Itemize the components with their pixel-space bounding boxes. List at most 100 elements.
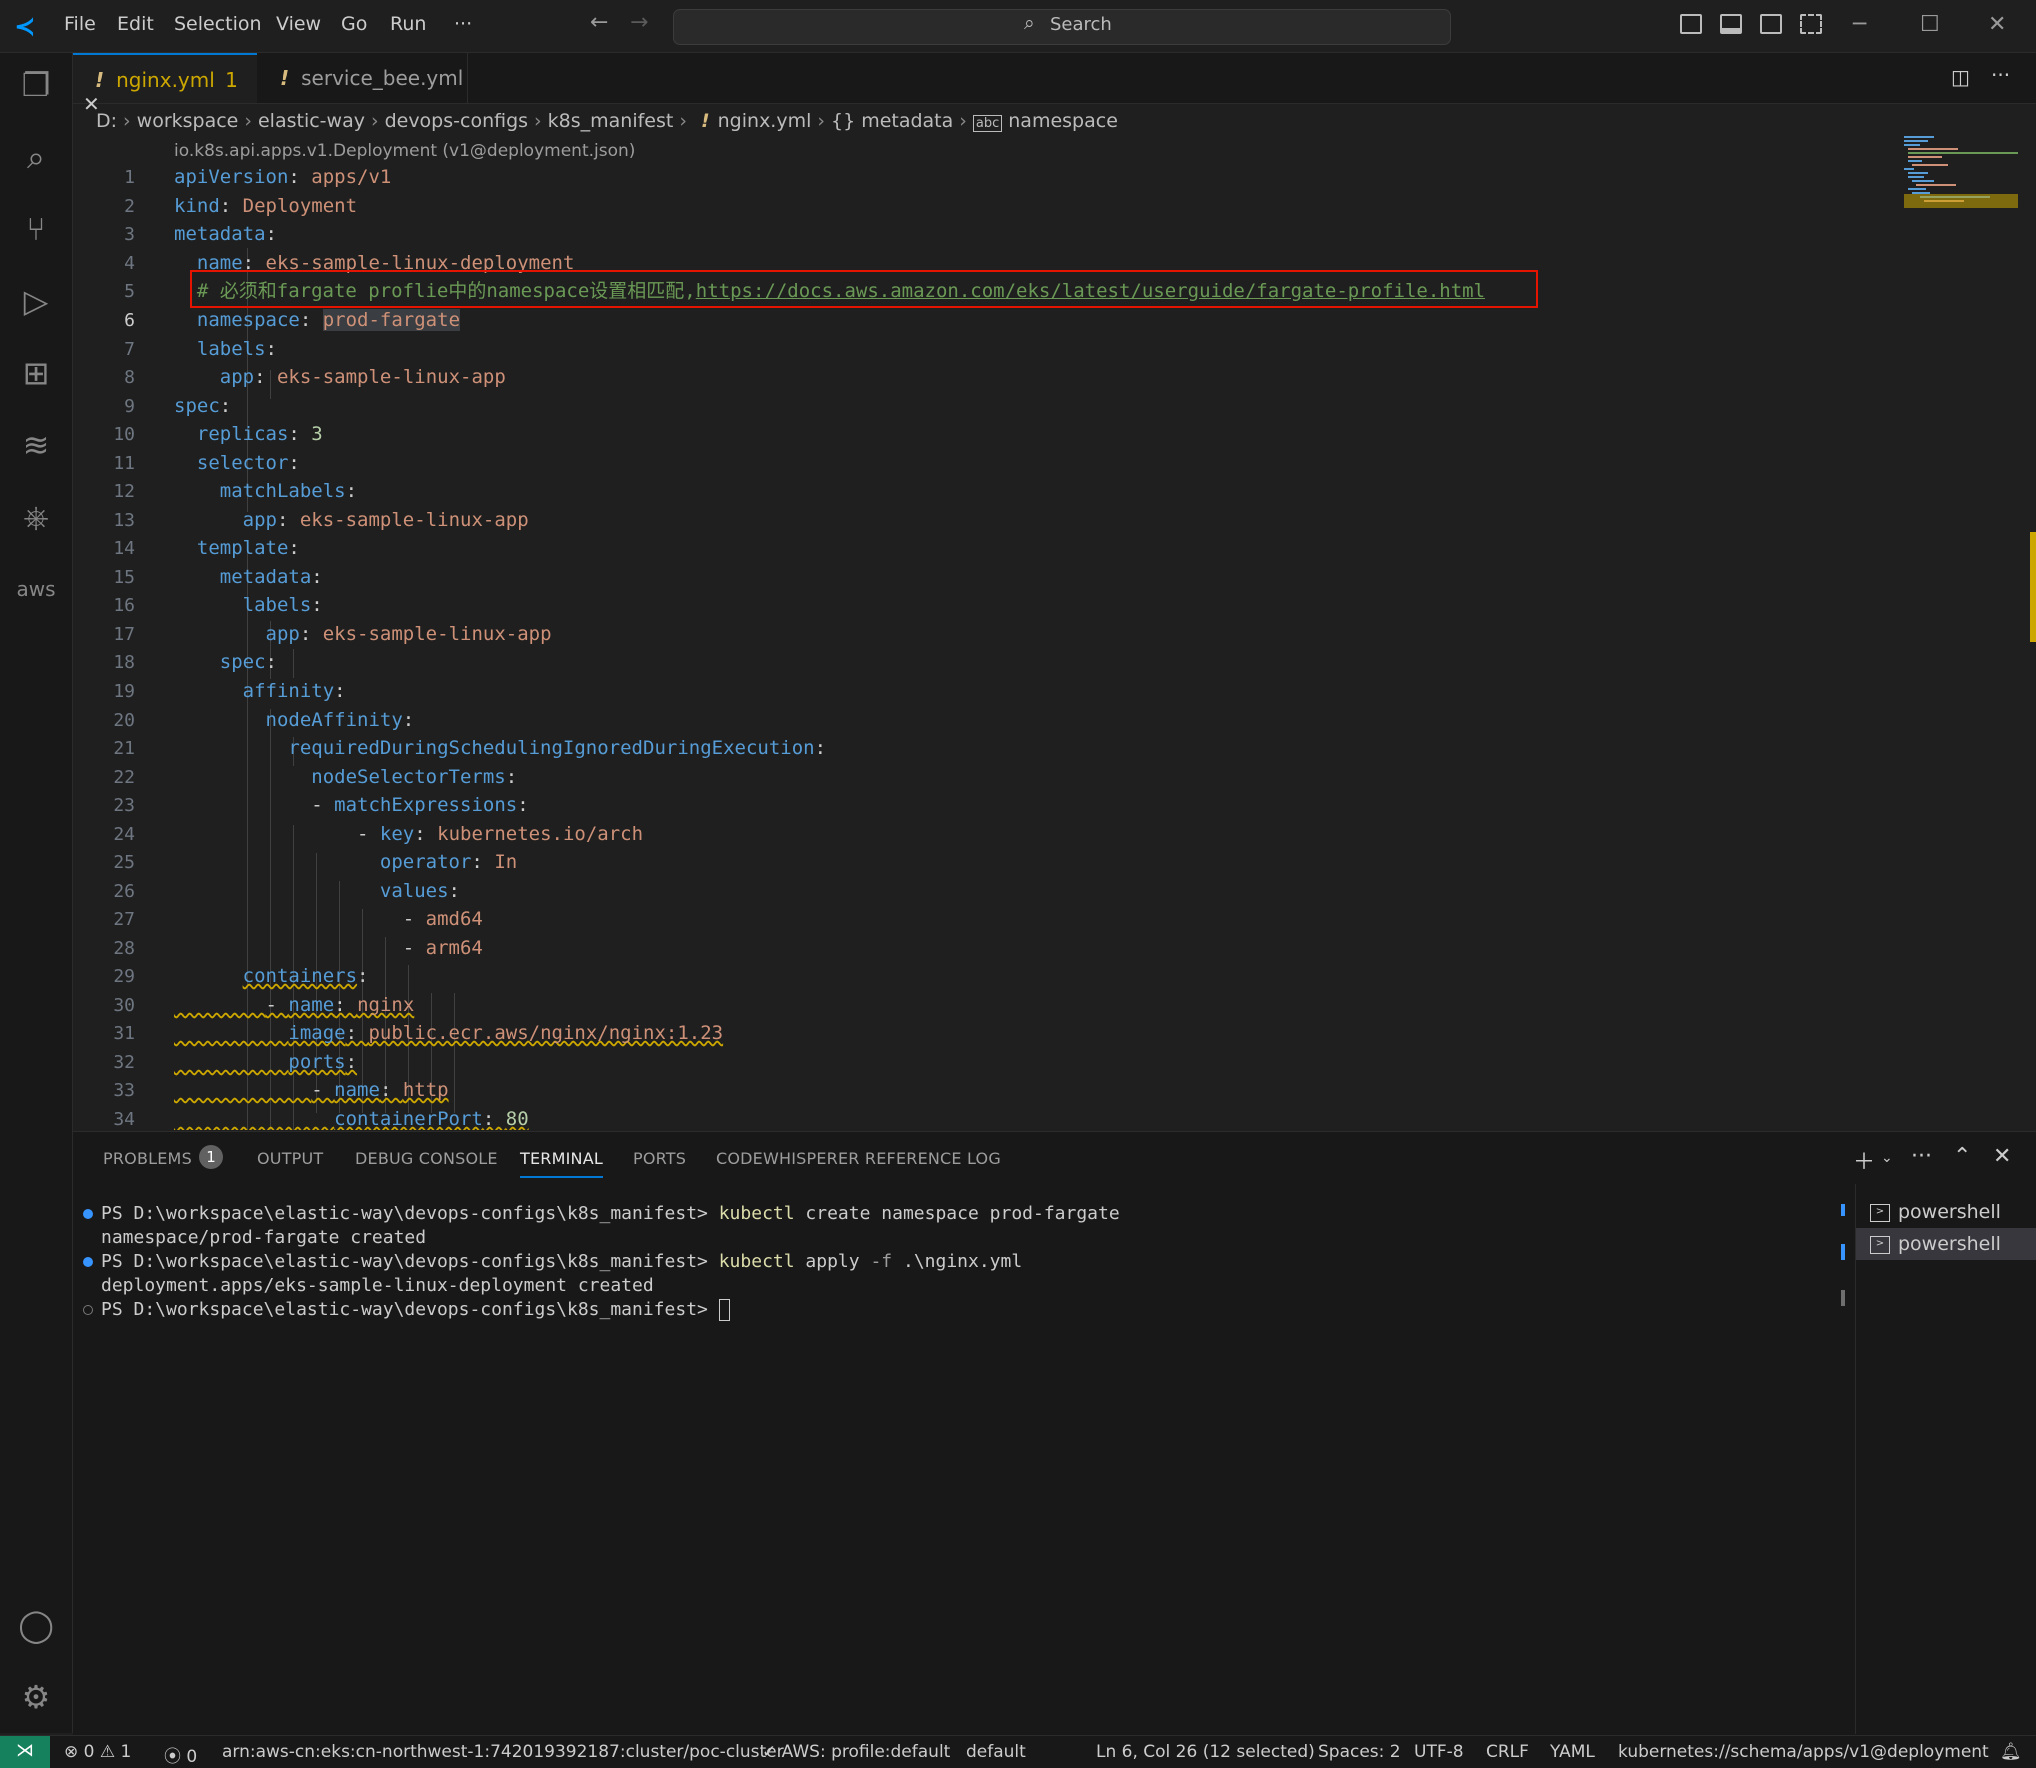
search-view-icon[interactable]: ⌕ [16,137,56,177]
minimize-icon[interactable]: ─ [1853,12,1866,37]
docker-icon[interactable]: ≋ [16,425,56,465]
split-editor-icon[interactable]: ◫ [1951,65,1970,89]
menu-go[interactable]: Go [341,13,367,35]
code-line-23: 23 - matchExpressions: [113,794,529,816]
close-panel-icon[interactable]: ✕ [1993,1144,2011,1169]
yaml-schema-status[interactable]: kubernetes://schema/apps/v1@deployment [1618,1742,1989,1762]
terminal-line-2: namespace/prod-fargate created [101,1227,427,1248]
customize-layout-icon[interactable] [1800,14,1822,34]
breadcrumb-item[interactable]: D: [96,110,117,132]
bottom-panel: PROBLEMS 1 OUTPUT DEBUG CONSOLE TERMINAL… [73,1131,2036,1735]
terminal-line-3: PS D:\workspace\elastic-way\devops-confi… [101,1251,1023,1272]
code-line-19: 19 affinity: [113,680,346,702]
code-line-11: 11 selector: [113,452,300,474]
tab-label: nginx.yml [116,68,215,92]
editor-more-icon[interactable]: ··· [1991,63,2010,87]
menu-edit[interactable]: Edit [117,13,154,35]
remote-indicator-icon[interactable]: ⋊ [0,1736,50,1768]
tab-terminal[interactable]: TERMINAL [520,1149,603,1178]
kubernetes-icon[interactable]: ⎈ [16,497,56,537]
menu-selection[interactable]: Selection [174,13,262,35]
terminal-item-powershell-active[interactable]: > powershell [1856,1228,2036,1260]
chevron-right-icon: › [534,110,542,132]
menu-view[interactable]: View [276,13,321,35]
toggle-secondary-sidebar-icon[interactable] [1760,14,1782,34]
code-line-2: 2 kind: Deployment [124,195,358,217]
problems-count-badge: 1 [199,1145,223,1169]
code-line-8: 8 app: eks-sample-linux-app [124,366,506,388]
extensions-icon[interactable]: ⊞ [16,353,56,393]
object-symbol-icon: {} [831,110,856,132]
cursor-position-status[interactable]: Ln 6, Col 26 (12 selected) [1096,1742,1315,1762]
language-mode-status[interactable]: YAML [1550,1742,1595,1762]
maximize-panel-icon[interactable]: ⌃ [1953,1144,1971,1169]
breadcrumb-item[interactable]: devops-configs [385,110,528,132]
back-arrow-icon[interactable]: ← [590,10,608,35]
code-line-9: 9 spec: [124,395,232,417]
breadcrumb-item[interactable]: k8s_manifest [548,110,674,132]
close-window-icon[interactable]: ✕ [1988,12,2006,37]
menu-run[interactable]: Run [390,13,426,35]
breadcrumb-item[interactable]: metadata [861,110,953,132]
new-terminal-icon[interactable]: ＋ [1853,1144,1875,1176]
explorer-icon[interactable]: ❐ [16,65,56,105]
run-debug-icon[interactable]: ▷ [16,281,56,321]
tab-codewhisperer-log[interactable]: CODEWHISPERER REFERENCE LOG [716,1149,1001,1168]
terminal-item-powershell[interactable]: > powershell [1856,1196,2036,1228]
highlight-annotation-box [190,270,1538,308]
string-symbol-icon: abc [972,115,1003,132]
code-line-13: 13 app: eks-sample-linux-app [113,509,529,531]
tab-output[interactable]: OUTPUT [257,1149,323,1168]
maximize-icon[interactable]: ☐ [1920,12,1940,37]
toggle-panel-icon[interactable] [1720,14,1742,34]
code-line-1: 1 apiVersion: apps/v1 [124,166,392,188]
terminal-list: > powershell > powershell [1855,1184,2036,1734]
kube-namespace-status[interactable]: default [966,1742,1026,1762]
toggle-primary-sidebar-icon[interactable] [1680,14,1702,34]
forward-arrow-icon[interactable]: → [630,10,648,35]
code-line-6: 6 namespace: prod-fargate [124,309,461,331]
terminal-icon: > [1870,1235,1890,1254]
menu-more[interactable]: ··· [454,13,472,35]
code-line-26: 26 values: [113,880,460,902]
minimap[interactable] [1900,136,2020,226]
encoding-status[interactable]: UTF-8 [1414,1742,1464,1762]
problems-status[interactable]: ⊗ 0 ⚠ 1 [64,1742,131,1762]
chevron-right-icon: › [679,110,687,132]
eks-cluster-status[interactable]: arn:aws-cn:eks:cn-northwest-1:7420193921… [222,1742,784,1762]
source-control-icon[interactable]: ⑂ [16,209,56,249]
chevron-down-icon[interactable]: ⌄ [1881,1150,1893,1166]
tab-ports[interactable]: PORTS [633,1149,686,1168]
code-line-34: 34 containerPort: 80 [113,1108,529,1130]
tab-problems[interactable]: PROBLEMS [103,1149,192,1168]
aws-profile-status[interactable]: ✓ AWS: profile:default [762,1742,950,1762]
settings-gear-icon[interactable]: ⚙ [16,1677,56,1717]
accounts-icon[interactable]: ◯ [16,1605,56,1645]
breadcrumb-item[interactable]: nginx.yml [718,110,812,132]
tab-nginx-yml[interactable]: ! nginx.yml 1 ✕ [73,53,257,116]
code-line-10: 10 replicas: 3 [113,423,323,445]
eol-status[interactable]: CRLF [1486,1742,1529,1762]
menu-file[interactable]: File [64,13,96,35]
tab-service-bee-yml[interactable]: ! service_bee.yml [258,53,468,103]
code-line-31: 31 image: public.ecr.aws/nginx/nginx:1.2… [113,1022,724,1044]
code-line-17: 17 app: eks-sample-linux-app [113,623,552,645]
search-label: Search [1050,14,1112,35]
panel-more-icon[interactable]: ··· [1911,1144,1932,1169]
chevron-right-icon: › [123,110,131,132]
breadcrumb-item[interactable]: workspace [137,110,239,132]
aws-icon[interactable]: aws [16,569,56,609]
title-bar: ≺ File Edit Selection View Go Run ··· ← … [0,0,2036,53]
breadcrumb-item[interactable]: elastic-way [258,110,365,132]
code-line-30: 30 - name: nginx [113,994,415,1016]
ports-status[interactable]: ⦿ 0 [164,1742,197,1767]
yaml-file-icon: ! [95,68,105,92]
indentation-status[interactable]: Spaces: 2 [1318,1742,1401,1762]
tab-debug-console[interactable]: DEBUG CONSOLE [355,1149,498,1168]
command-success-dot [83,1257,93,1267]
activity-bar: ❐ ⌕ ⑂ ▷ ⊞ ≋ ⎈ aws ◯ ⚙ [0,53,73,1733]
code-line-15: 15 metadata: [113,566,323,588]
notifications-bell-icon[interactable]: 🔔︎ [2000,1742,2022,1762]
yaml-file-icon: ! [700,110,710,132]
breadcrumb-item[interactable]: namespace [1008,110,1118,132]
